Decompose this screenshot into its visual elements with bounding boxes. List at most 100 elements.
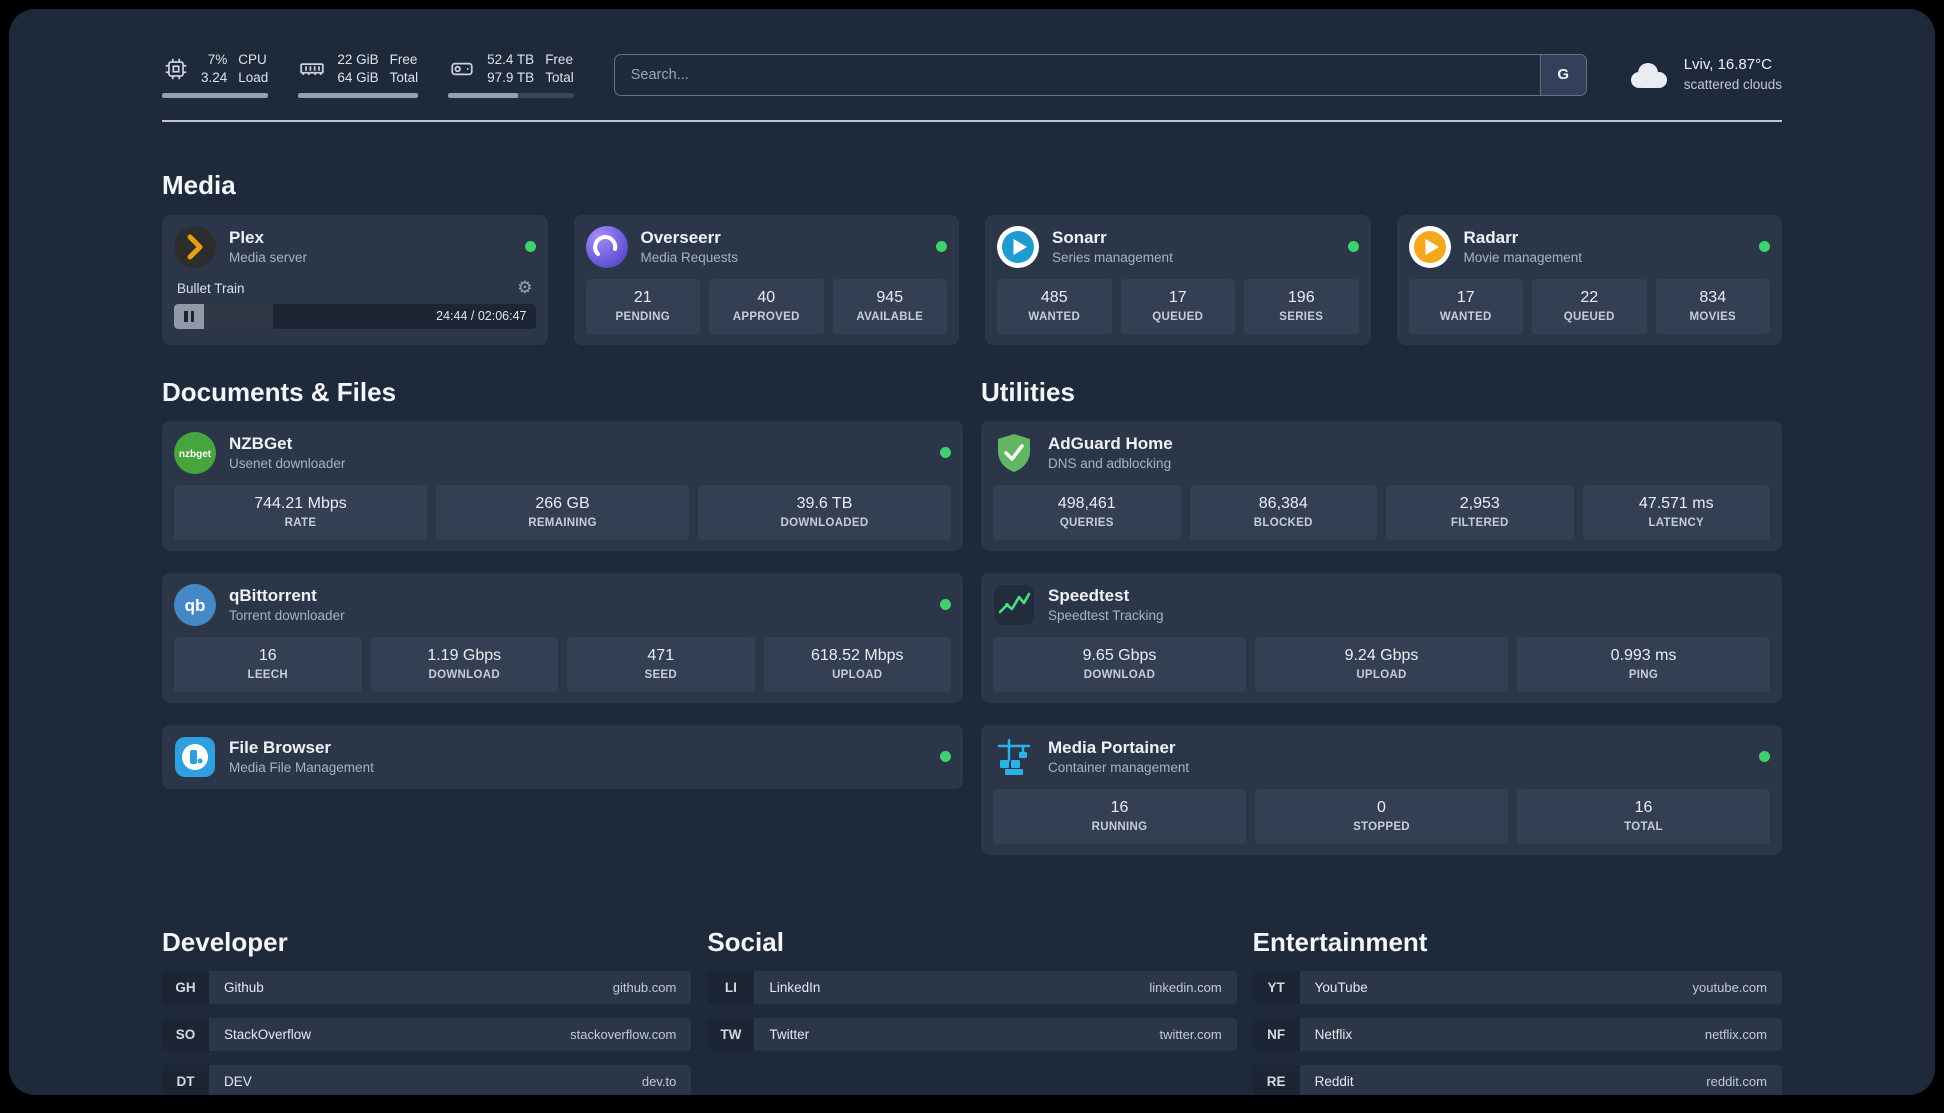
search-engine-button[interactable]: G: [1539, 54, 1586, 95]
bookmark-abbr: GH: [162, 970, 209, 1004]
app-card-overseerr[interactable]: Overseerr Media Requests 21 PENDING 40 A…: [573, 214, 959, 345]
app-name: Radarr: [1463, 227, 1519, 247]
bookmark-github[interactable]: GH Github github.com: [162, 970, 692, 1004]
stat-seed: 471 SEED: [567, 636, 755, 692]
app-card-plex[interactable]: Plex Media server Bullet Train ⚙ 24:44 /…: [162, 214, 548, 345]
pause-button[interactable]: [174, 303, 204, 329]
memory-usage-bar: [298, 93, 419, 99]
stat-running: 16 RUNNING: [993, 788, 1246, 844]
memory-label-top: Free: [389, 52, 418, 67]
bookmarks-social: Social LI LinkedIn linkedin.com TW Twitt…: [707, 926, 1237, 1095]
app-subtitle: Series management: [1052, 250, 1173, 266]
cpu-usage-bar: [162, 93, 269, 99]
bookmark-reddit[interactable]: RE Reddit reddit.com: [1252, 1064, 1782, 1095]
memory-label-bottom: Total: [389, 69, 419, 85]
cpu-percent: 7%: [207, 52, 228, 67]
stat-downloaded: 39.6 TB DOWNLOADED: [698, 484, 951, 540]
app-card-radarr[interactable]: Radarr Movie management 17 WANTED 22 QUE…: [1396, 214, 1782, 345]
stat-wanted: 17 WANTED: [1408, 278, 1523, 334]
app-name: File Browser: [229, 737, 332, 757]
status-dot: [1759, 751, 1770, 763]
bookmark-netflix[interactable]: NF Netflix netflix.com: [1252, 1017, 1782, 1051]
stat-remaining: 266 GB REMAINING: [436, 484, 689, 540]
app-card-adguard[interactable]: AdGuard Home DNS and adblocking 498,461 …: [981, 420, 1782, 551]
section-title-documents: Documents & Files: [162, 376, 397, 407]
app-name: Plex: [229, 227, 264, 247]
bookmark-name: Twitter: [769, 1026, 810, 1042]
bookmarks-developer: Developer GH Github github.com SO StackO…: [162, 926, 692, 1095]
app-name: Speedtest: [1048, 585, 1130, 605]
stat-queued: 22 QUEUED: [1532, 278, 1647, 334]
player-progress-bar[interactable]: 24:44 / 02:06:47: [174, 303, 536, 329]
status-dot: [940, 599, 951, 611]
stat-series: 196 SERIES: [1244, 278, 1359, 334]
disk-total: 97.9 TB: [487, 69, 535, 85]
app-subtitle: Media server: [229, 250, 308, 266]
status-dot: [1759, 241, 1770, 253]
playback-time: 24:44 / 02:06:47: [436, 309, 527, 324]
bookmark-twitter[interactable]: TW Twitter twitter.com: [707, 1017, 1237, 1051]
media-grid: Plex Media server Bullet Train ⚙ 24:44 /…: [162, 214, 1782, 345]
stat-rate: 744.21 Mbps RATE: [174, 484, 427, 540]
app-subtitle: Speedtest Tracking: [1048, 608, 1164, 624]
filebrowser-icon: [174, 736, 216, 778]
status-dot: [936, 241, 947, 253]
disk-label-bottom: Total: [545, 69, 574, 85]
app-name: AdGuard Home: [1048, 433, 1173, 453]
bookmark-name: Reddit: [1314, 1073, 1354, 1089]
bookmark-stackoverflow[interactable]: SO StackOverflow stackoverflow.com: [162, 1017, 692, 1051]
bookmark-name: StackOverflow: [224, 1026, 312, 1042]
bookmark-domain: dev.to: [641, 1073, 677, 1089]
sonarr-icon: [997, 225, 1039, 268]
progress-fill: [204, 303, 273, 329]
weather-location: Lviv, 16.87°C: [1683, 56, 1772, 74]
stat-ping: 0.993 ms PING: [1517, 636, 1770, 692]
section-title-developer: Developer: [162, 926, 288, 957]
app-card-filebrowser[interactable]: File Browser Media File Management: [162, 724, 963, 789]
app-subtitle: Usenet downloader: [229, 456, 346, 472]
app-card-sonarr[interactable]: Sonarr Series management 485 WANTED 17 Q…: [985, 214, 1371, 345]
bookmark-abbr: YT: [1252, 970, 1300, 1004]
search-input[interactable]: [614, 54, 1540, 95]
memory-free: 22 GiB: [337, 52, 379, 67]
adguard-icon: [993, 432, 1035, 474]
app-name: Overseerr: [640, 227, 721, 247]
bookmark-abbr: SO: [162, 1017, 209, 1051]
radarr-icon: [1408, 225, 1451, 268]
bookmark-youtube[interactable]: YT YouTube youtube.com: [1252, 970, 1782, 1004]
plex-icon: [174, 225, 216, 268]
app-subtitle: Torrent downloader: [229, 608, 345, 624]
search-bar: G: [613, 53, 1587, 96]
bookmark-domain: linkedin.com: [1149, 979, 1222, 995]
dashboard-panel: 7% 3.24 CPU Load 22 GiB 64 GiB Free Tota…: [9, 9, 1935, 1095]
bookmark-dev[interactable]: DT DEV dev.to: [162, 1064, 692, 1095]
stat-upload: 9.24 Gbps UPLOAD: [1255, 636, 1508, 692]
app-card-speedtest[interactable]: Speedtest Speedtest Tracking 9.65 Gbps D…: [981, 572, 1782, 703]
topbar-divider: [162, 120, 1782, 122]
weather-condition: scattered clouds: [1683, 76, 1782, 92]
settings-icon[interactable]: ⚙: [517, 279, 532, 297]
now-playing-title: Bullet Train: [177, 280, 245, 296]
cpu-loadavg: 3.24: [201, 69, 228, 85]
app-card-qbittorrent[interactable]: qb qBittorrent Torrent downloader 16 LEE…: [162, 572, 963, 703]
section-title-social: Social: [707, 926, 784, 957]
app-card-portainer[interactable]: Media Portainer Container management 16 …: [981, 724, 1782, 855]
stat-approved: 40 APPROVED: [709, 278, 824, 334]
app-name: qBittorrent: [229, 585, 317, 605]
overseerr-icon: [585, 225, 628, 268]
stat-stopped: 0 STOPPED: [1255, 788, 1508, 844]
app-subtitle: Movie management: [1463, 250, 1583, 266]
nzbget-icon: nzbget: [174, 431, 216, 474]
bookmark-name: LinkedIn: [769, 979, 821, 995]
stat-latency: 47.571 ms LATENCY: [1582, 484, 1770, 540]
bookmark-linkedin[interactable]: LI LinkedIn linkedin.com: [707, 970, 1237, 1004]
app-subtitle: Container management: [1048, 760, 1190, 776]
bookmark-abbr: LI: [707, 970, 755, 1004]
portainer-icon: [993, 736, 1035, 778]
qbittorrent-icon: qb: [174, 583, 216, 626]
bookmark-domain: netflix.com: [1704, 1026, 1767, 1042]
stat-queries: 498,461 QUERIES: [993, 484, 1181, 540]
stat-available: 945 AVAILABLE: [832, 278, 947, 334]
weather-widget: Lviv, 16.87°C scattered clouds: [1625, 55, 1782, 93]
app-card-nzbget[interactable]: nzbget NZBGet Usenet downloader 744.21 M…: [162, 420, 963, 551]
